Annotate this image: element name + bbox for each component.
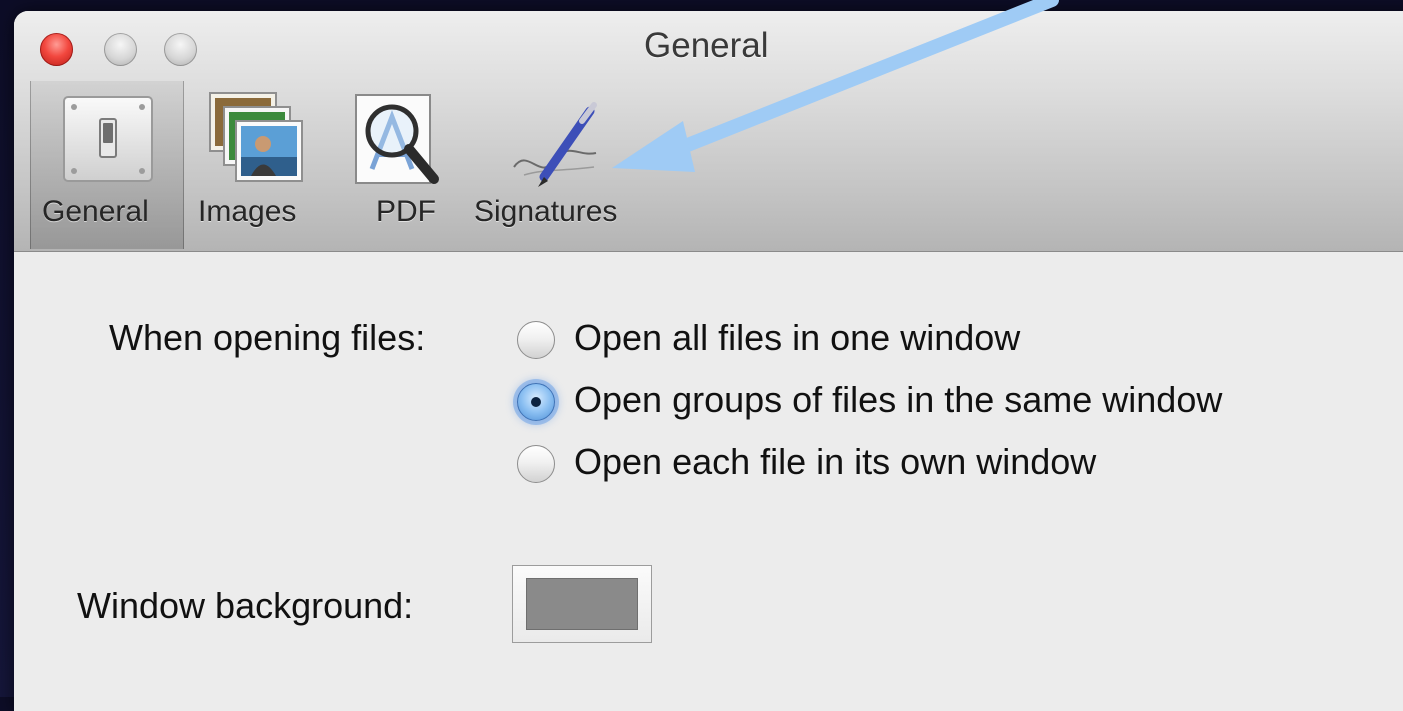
opening-files-label: When opening files: — [109, 317, 426, 358]
toolbar-item-general[interactable]: General — [30, 81, 184, 249]
signature-pen-icon — [504, 95, 614, 200]
titlebar-toolbar: General General Images PDF Signatures — [14, 11, 1403, 252]
zoom-window-button[interactable] — [164, 33, 197, 66]
option-open-each-own-window-label[interactable]: Open each file in its own window — [574, 441, 1096, 483]
toolbar-label-signatures: Signatures — [474, 195, 618, 228]
toolbar-label-images: Images — [198, 195, 297, 228]
toolbar-item-images[interactable]: Images — [190, 81, 320, 249]
radio-selected-dot — [531, 397, 541, 407]
general-switch-icon — [62, 95, 154, 188]
pdf-magnifier-icon — [352, 91, 452, 206]
toolbar-label-general: General — [42, 195, 149, 228]
toolbar-item-signatures[interactable]: Signatures — [464, 81, 654, 249]
images-stack-icon — [206, 89, 306, 194]
window-background-label: Window background: — [77, 585, 414, 626]
toolbar-item-pdf[interactable]: PDF — [344, 81, 444, 249]
preferences-window: General General Images PDF Signatures Wh… — [14, 11, 1403, 711]
option-open-all-in-one-label[interactable]: Open all files in one window — [574, 317, 1020, 359]
radio-open-all-in-one[interactable] — [517, 321, 555, 359]
close-window-button[interactable] — [40, 33, 73, 66]
option-open-groups-same-window-label[interactable]: Open groups of files in the same window — [574, 379, 1222, 421]
minimize-window-button[interactable] — [104, 33, 137, 66]
radio-open-each-own-window[interactable] — [517, 445, 555, 483]
window-title: General — [644, 26, 769, 65]
general-pane: When opening files: Open all files in on… — [14, 252, 1403, 711]
window-background-color-well[interactable] — [512, 565, 652, 643]
toolbar-label-pdf: PDF — [376, 195, 436, 228]
radio-open-groups-same-window[interactable] — [517, 383, 555, 421]
background-color-swatch — [526, 578, 638, 630]
